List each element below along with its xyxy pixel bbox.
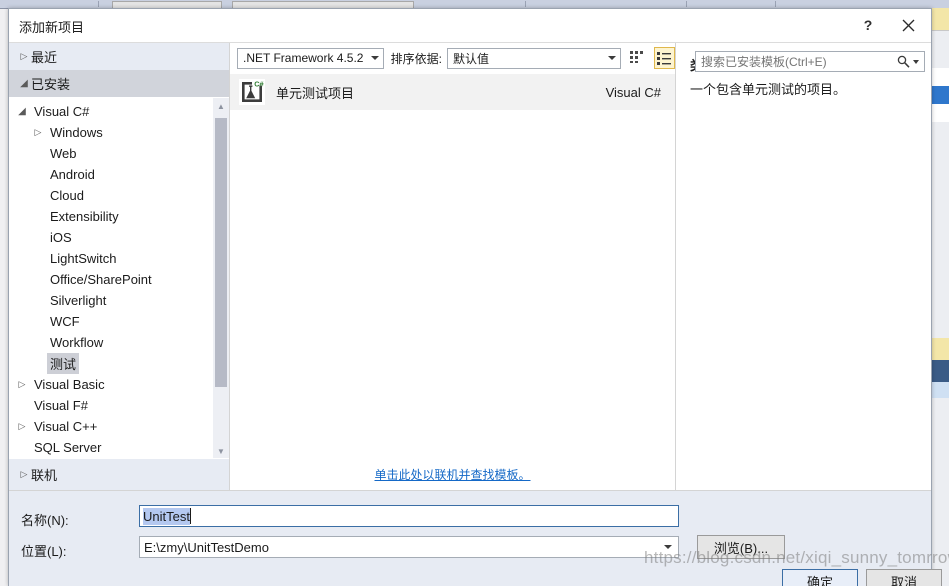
- scroll-up-icon[interactable]: ▲: [213, 98, 229, 114]
- chevron-right-icon[interactable]: [15, 379, 29, 390]
- find-templates-bar: 单击此处以联机并查找模板。: [230, 466, 675, 484]
- test-flask-csharp-icon: C#: [239, 79, 265, 105]
- tree-item[interactable]: WCF: [9, 311, 207, 332]
- tree-item-label: iOS: [50, 230, 72, 245]
- search-dropdown-chevron-icon[interactable]: [913, 59, 919, 64]
- template-details-pane: 类型:Visual C# 一个包含单元测试的项目。: [675, 43, 931, 490]
- dialog-titlebar: 添加新项目 ?: [9, 9, 931, 43]
- tree-item[interactable]: Windows: [9, 122, 207, 143]
- group-header-online-label: 联机: [31, 468, 58, 483]
- tree-item[interactable]: Cloud: [9, 185, 207, 206]
- sort-by-label: 排序依据:: [390, 51, 442, 66]
- group-header-installed[interactable]: 已安装: [9, 70, 229, 97]
- tree-item[interactable]: Extensibility: [9, 206, 207, 227]
- medium-icons-view-button[interactable]: [627, 47, 648, 69]
- ok-button[interactable]: 确定: [782, 569, 858, 586]
- chevron-down-icon: [607, 56, 616, 60]
- chevron-right-icon[interactable]: [31, 127, 45, 138]
- chevron-right-icon: [17, 469, 31, 480]
- tree-item-label: Visual C#: [34, 104, 90, 119]
- tree-item-label: Visual C++: [34, 419, 98, 434]
- sort-by-value: 默认值: [452, 51, 489, 66]
- search-box[interactable]: [695, 51, 925, 72]
- category-tree-scrollbar[interactable]: ▲ ▼: [213, 98, 229, 459]
- tree-item-label: SQL Server: [34, 440, 102, 455]
- tree-item[interactable]: Visual C#: [9, 101, 207, 122]
- tree-item[interactable]: Android: [9, 164, 207, 185]
- cancel-button[interactable]: 取消: [866, 569, 942, 586]
- template-list[interactable]: C# 单元测试项目 Visual C#: [230, 73, 675, 450]
- browse-button[interactable]: 浏览(B)...: [697, 535, 785, 559]
- tree-item[interactable]: SQL Server: [9, 437, 207, 458]
- tree-item-label: Silverlight: [50, 293, 107, 308]
- search-icon[interactable]: [897, 55, 910, 68]
- chevron-down-icon: [17, 78, 31, 89]
- tree-item-label: 测试: [47, 353, 80, 374]
- tree-item-label: Visual Basic: [34, 377, 105, 392]
- text-caret: [189, 508, 191, 524]
- help-icon[interactable]: ?: [851, 11, 885, 39]
- tree-item[interactable]: Office/SharePoint: [9, 269, 207, 290]
- templates-toolbar: .NET Framework 4.5.2 排序依据: 默认值: [230, 43, 675, 73]
- tree-item[interactable]: Visual Basic: [9, 374, 207, 395]
- template-list-item[interactable]: C# 单元测试项目 Visual C#: [230, 74, 675, 110]
- template-name: 单元测试项目: [276, 85, 355, 101]
- tree-item-label: Cloud: [50, 188, 84, 203]
- tree-item[interactable]: Visual C++: [9, 416, 207, 437]
- category-tree: Visual C# Windows Web Android Cloud Extensibi…: [9, 101, 207, 459]
- name-label: 名称(N):: [21, 513, 69, 528]
- category-tree-wrapper: Visual C# Windows Web Android Cloud Extensibi…: [9, 97, 229, 459]
- project-location-dropdown[interactable]: E:\zmy\UnitTestDemo: [139, 536, 679, 558]
- sort-by-dropdown[interactable]: 默认值: [446, 47, 621, 69]
- tree-item-label: WCF: [50, 314, 80, 329]
- tree-item-label: Extensibility: [50, 209, 119, 224]
- tree-item[interactable]: 测试: [9, 353, 207, 374]
- find-templates-online-link[interactable]: 单击此处以联机并查找模板。: [374, 468, 530, 482]
- chevron-right-icon: [17, 51, 31, 62]
- templates-pane: .NET Framework 4.5.2 排序依据: 默认值 C# 单元测试项目…: [230, 43, 675, 490]
- tree-item[interactable]: LightSwitch: [9, 248, 207, 269]
- chevron-down-icon[interactable]: [15, 106, 29, 117]
- group-header-installed-label: 已安装: [31, 77, 71, 92]
- group-header-recent[interactable]: 最近: [9, 43, 229, 70]
- tree-item-label: Office/SharePoint: [50, 272, 152, 287]
- chevron-down-icon: [664, 545, 672, 549]
- tree-item-label: Web: [50, 146, 77, 161]
- group-header-recent-label: 最近: [31, 50, 58, 65]
- chevron-right-icon[interactable]: [15, 421, 29, 432]
- framework-version-dropdown[interactable]: .NET Framework 4.5.2: [237, 47, 384, 69]
- dialog-body: 最近 已安装 Visual C# Windows Web Android Cloud Ex…: [9, 43, 931, 490]
- search-input[interactable]: [696, 53, 897, 70]
- tree-item-label: Windows: [50, 125, 103, 140]
- tree-item[interactable]: Web: [9, 143, 207, 164]
- add-new-project-dialog: 添加新项目 ? 最近 已安装 Visual C# Windows Web Androi…: [8, 8, 942, 586]
- chevron-down-icon: [370, 56, 379, 60]
- svg-text:C#: C#: [254, 79, 263, 88]
- tree-item[interactable]: Workflow: [9, 332, 207, 353]
- tree-item-label: LightSwitch: [50, 251, 117, 266]
- tree-item[interactable]: Visual F#: [9, 395, 207, 416]
- tree-item-label: Visual F#: [34, 398, 88, 413]
- categories-pane: 最近 已安装 Visual C# Windows Web Android Cloud Ex…: [9, 43, 230, 490]
- medium-icons-icon: [630, 51, 644, 63]
- group-header-online[interactable]: 联机: [9, 458, 229, 490]
- tree-item[interactable]: iOS: [9, 227, 207, 248]
- tree-item-label: Android: [50, 167, 95, 182]
- project-location-value: E:\zmy\UnitTestDemo: [144, 539, 269, 555]
- template-language: Visual C#: [605, 84, 661, 100]
- list-view-icon: [657, 51, 672, 65]
- tree-item-label: Workflow: [50, 335, 104, 350]
- project-name-input[interactable]: [139, 505, 679, 527]
- location-label: 位置(L):: [21, 544, 67, 559]
- tree-item[interactable]: Silverlight: [9, 290, 207, 311]
- scrollbar-thumb[interactable]: [215, 118, 227, 387]
- close-icon[interactable]: [891, 11, 925, 39]
- project-form: 名称(N): UnitTest 位置(L): E:\zmy\UnitTestDe…: [9, 490, 942, 586]
- scroll-down-icon[interactable]: ▼: [213, 443, 229, 459]
- template-description: 一个包含单元测试的项目。: [690, 82, 847, 97]
- dialog-title: 添加新项目: [19, 20, 85, 35]
- framework-version-value: .NET Framework 4.5.2: [243, 51, 364, 65]
- list-view-button[interactable]: [653, 47, 675, 69]
